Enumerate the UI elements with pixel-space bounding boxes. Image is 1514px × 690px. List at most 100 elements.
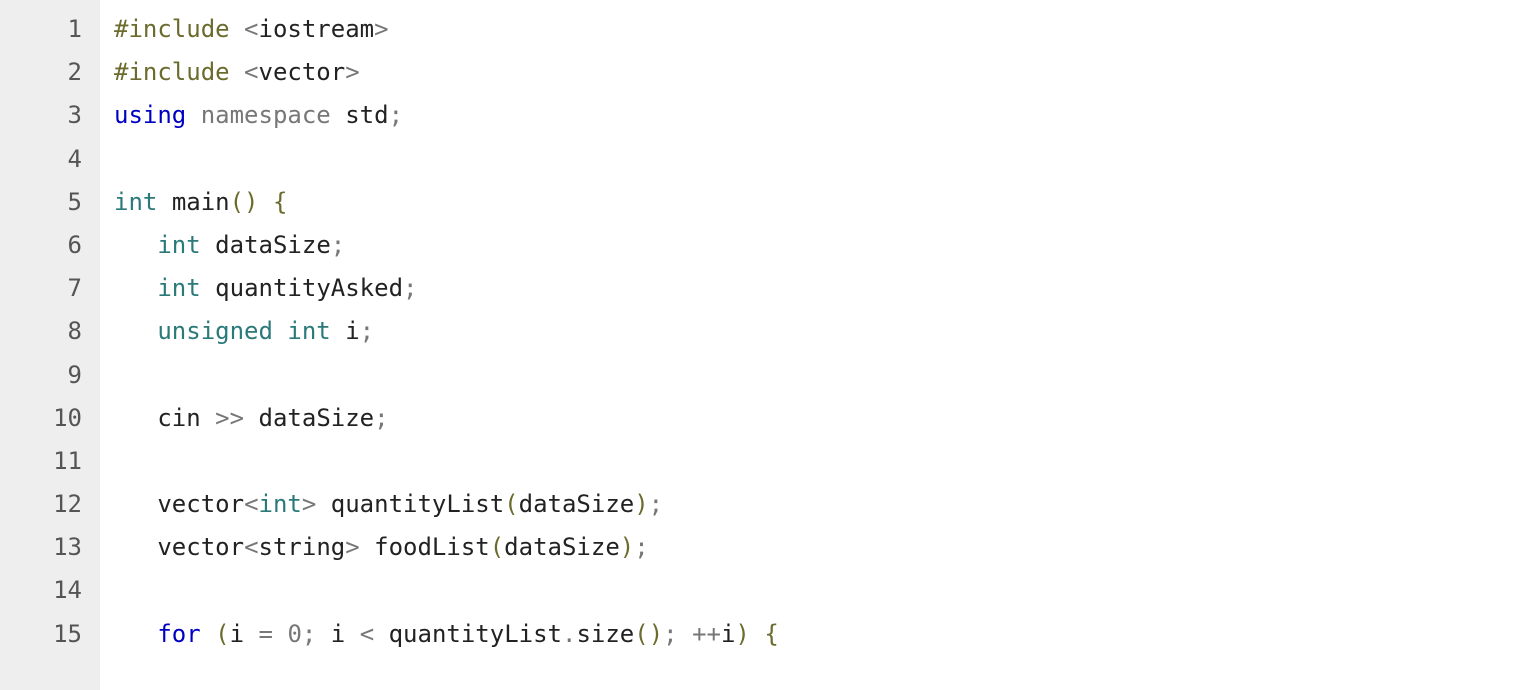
token-id: dataSize: [504, 533, 620, 561]
token-op: ;: [649, 490, 663, 518]
token-ws: [273, 620, 287, 648]
token-paren: (: [504, 490, 518, 518]
token-ws: [750, 620, 764, 648]
code-line[interactable]: using namespace std;: [114, 94, 1514, 137]
token-op: >: [374, 15, 388, 43]
token-fn: main: [172, 188, 230, 216]
line-number: 8: [0, 310, 90, 353]
token-paren: (): [230, 188, 259, 216]
token-op: ;: [302, 620, 316, 648]
token-id: quantityList: [331, 490, 504, 518]
token-ws: [201, 620, 215, 648]
token-op: ;: [663, 620, 677, 648]
line-number: 10: [0, 397, 90, 440]
line-number: 1: [0, 8, 90, 51]
token-op: <: [244, 533, 258, 561]
line-number: 7: [0, 267, 90, 310]
token-id: quantityAsked: [215, 274, 403, 302]
token-ws: [186, 101, 200, 129]
token-id: i: [345, 317, 359, 345]
token-id: dataSize: [259, 404, 375, 432]
token-ws: [230, 58, 244, 86]
token-ws: [244, 620, 258, 648]
token-ws: [114, 274, 157, 302]
code-line[interactable]: unsigned int i;: [114, 310, 1514, 353]
line-number: 14: [0, 569, 90, 612]
line-number: 2: [0, 51, 90, 94]
token-num: 0: [287, 620, 301, 648]
token-pp: #include: [114, 15, 230, 43]
code-editor[interactable]: #include <iostream>#include <vector>usin…: [100, 0, 1514, 690]
token-ws: [114, 490, 157, 518]
token-op: ++: [692, 620, 721, 648]
token-paren: (): [634, 620, 663, 648]
token-id: i: [230, 620, 244, 648]
token-op: ;: [374, 404, 388, 432]
token-id: vector: [157, 533, 244, 561]
line-number: 15: [0, 613, 90, 656]
token-op: >: [345, 533, 359, 561]
token-ns: namespace: [201, 101, 331, 129]
token-id: vector: [259, 58, 346, 86]
code-line[interactable]: #include <vector>: [114, 51, 1514, 94]
token-id: size: [576, 620, 634, 648]
token-op: ;: [389, 101, 403, 129]
token-op: =: [259, 620, 273, 648]
token-op: ;: [360, 317, 374, 345]
line-number: 5: [0, 181, 90, 224]
code-line[interactable]: cin >> dataSize;: [114, 397, 1514, 440]
token-ws: [114, 404, 157, 432]
code-line[interactable]: [114, 354, 1514, 397]
token-pp: #include: [114, 58, 230, 86]
code-line[interactable]: #include <iostream>: [114, 8, 1514, 51]
token-op: .: [562, 620, 576, 648]
token-ws: [201, 231, 215, 259]
token-op: <: [244, 15, 258, 43]
token-op: ;: [634, 533, 648, 561]
token-op: <: [244, 58, 258, 86]
token-paren: ): [620, 533, 634, 561]
line-number: 11: [0, 440, 90, 483]
code-line[interactable]: int dataSize;: [114, 224, 1514, 267]
token-op: ;: [331, 231, 345, 259]
token-kw: using: [114, 101, 186, 129]
token-ws: [345, 620, 359, 648]
token-paren: {: [764, 620, 778, 648]
token-paren: ): [634, 490, 648, 518]
line-number: 12: [0, 483, 90, 526]
code-line[interactable]: vector<int> quantityList(dataSize);: [114, 483, 1514, 526]
token-id: cin: [157, 404, 200, 432]
token-op: >: [345, 58, 359, 86]
token-id: i: [721, 620, 735, 648]
code-line[interactable]: int quantityAsked;: [114, 267, 1514, 310]
token-id: vector: [157, 490, 244, 518]
code-line[interactable]: for (i = 0; i < quantityList.size(); ++i…: [114, 613, 1514, 656]
token-type: int: [287, 317, 330, 345]
line-number: 9: [0, 354, 90, 397]
token-type: int: [157, 231, 200, 259]
line-number: 4: [0, 138, 90, 181]
token-kw: for: [157, 620, 200, 648]
code-line[interactable]: [114, 569, 1514, 612]
code-line[interactable]: int main() {: [114, 181, 1514, 224]
line-number: 3: [0, 94, 90, 137]
token-ws: [230, 15, 244, 43]
token-id: quantityList: [389, 620, 562, 648]
code-line[interactable]: [114, 440, 1514, 483]
token-ws: [374, 620, 388, 648]
line-number: 13: [0, 526, 90, 569]
token-id: dataSize: [519, 490, 635, 518]
token-id: foodList: [374, 533, 490, 561]
token-ws: [273, 317, 287, 345]
token-ws: [114, 533, 157, 561]
token-ws: [114, 317, 157, 345]
token-op: ;: [403, 274, 417, 302]
token-type: int: [259, 490, 302, 518]
token-type: unsigned: [157, 317, 273, 345]
code-line[interactable]: vector<string> foodList(dataSize);: [114, 526, 1514, 569]
token-id: i: [331, 620, 345, 648]
token-ws: [331, 317, 345, 345]
code-line[interactable]: [114, 138, 1514, 181]
token-op: >>: [215, 404, 244, 432]
token-id: iostream: [259, 15, 375, 43]
